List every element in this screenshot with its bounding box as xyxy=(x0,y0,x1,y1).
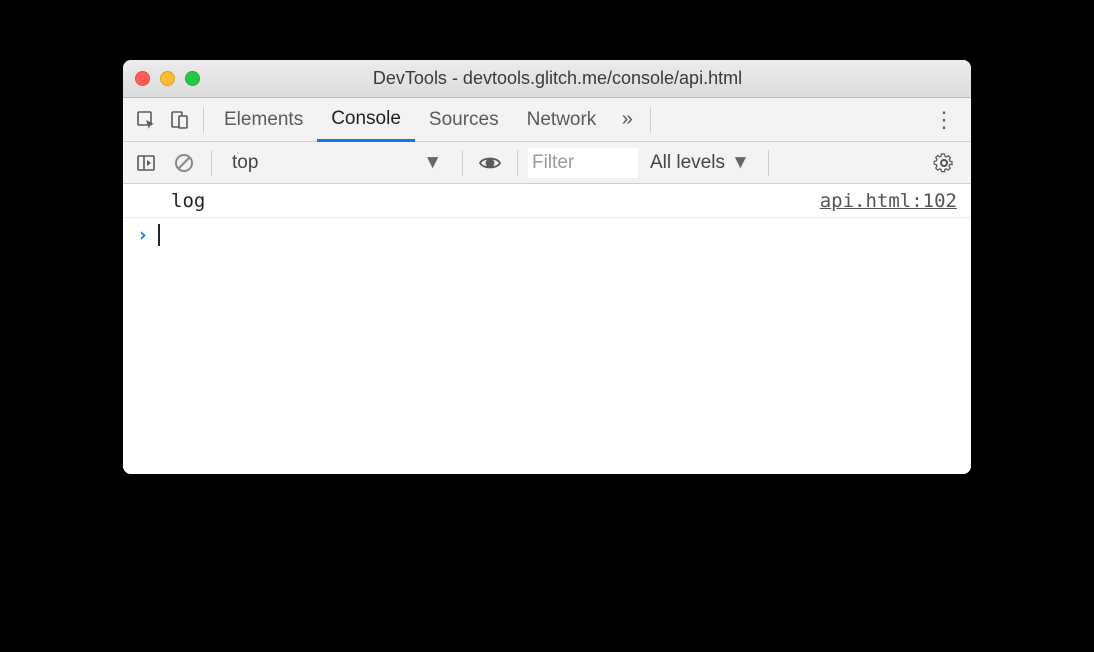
log-levels-selector[interactable]: All levels ▼ xyxy=(642,152,758,174)
more-tabs-icon[interactable]: » xyxy=(610,103,644,137)
window-title: DevTools - devtools.glitch.me/console/ap… xyxy=(156,68,959,89)
log-message: log xyxy=(171,190,205,212)
divider xyxy=(203,107,204,133)
toggle-sidebar-icon[interactable] xyxy=(129,146,163,180)
source-link[interactable]: api.html:102 xyxy=(820,190,957,212)
tab-console[interactable]: Console xyxy=(317,98,415,142)
tab-elements[interactable]: Elements xyxy=(210,98,317,142)
console-output: log api.html:102 › xyxy=(123,184,971,474)
divider xyxy=(462,150,463,176)
divider xyxy=(517,150,518,176)
clear-console-icon[interactable] xyxy=(167,146,201,180)
console-prompt[interactable]: › xyxy=(123,218,971,252)
filter-input[interactable] xyxy=(528,148,638,178)
main-tabbar: Elements Console Sources Network » ⋮ xyxy=(123,98,971,142)
divider xyxy=(650,107,651,133)
close-window-button[interactable] xyxy=(135,71,150,86)
input-cursor xyxy=(158,224,160,246)
dropdown-caret-icon: ▼ xyxy=(731,152,750,174)
levels-label: All levels xyxy=(650,152,725,174)
divider xyxy=(768,150,769,176)
context-value: top xyxy=(232,152,258,174)
dropdown-caret-icon: ▼ xyxy=(423,152,442,174)
titlebar: DevTools - devtools.glitch.me/console/ap… xyxy=(123,60,971,98)
live-expression-eye-icon[interactable] xyxy=(473,146,507,180)
log-entry[interactable]: log api.html:102 xyxy=(123,184,971,218)
console-toolbar: top ▼ All levels ▼ xyxy=(123,142,971,184)
device-toolbar-icon[interactable] xyxy=(163,103,197,137)
inspect-element-icon[interactable] xyxy=(129,103,163,137)
divider xyxy=(211,150,212,176)
tab-sources[interactable]: Sources xyxy=(415,98,513,142)
console-settings-icon[interactable] xyxy=(923,152,965,174)
context-selector[interactable]: top ▼ xyxy=(222,152,452,174)
menu-kebab-icon[interactable]: ⋮ xyxy=(923,107,965,133)
prompt-caret-icon: › xyxy=(137,224,148,246)
tab-network[interactable]: Network xyxy=(513,98,611,142)
devtools-window: DevTools - devtools.glitch.me/console/ap… xyxy=(123,60,971,474)
